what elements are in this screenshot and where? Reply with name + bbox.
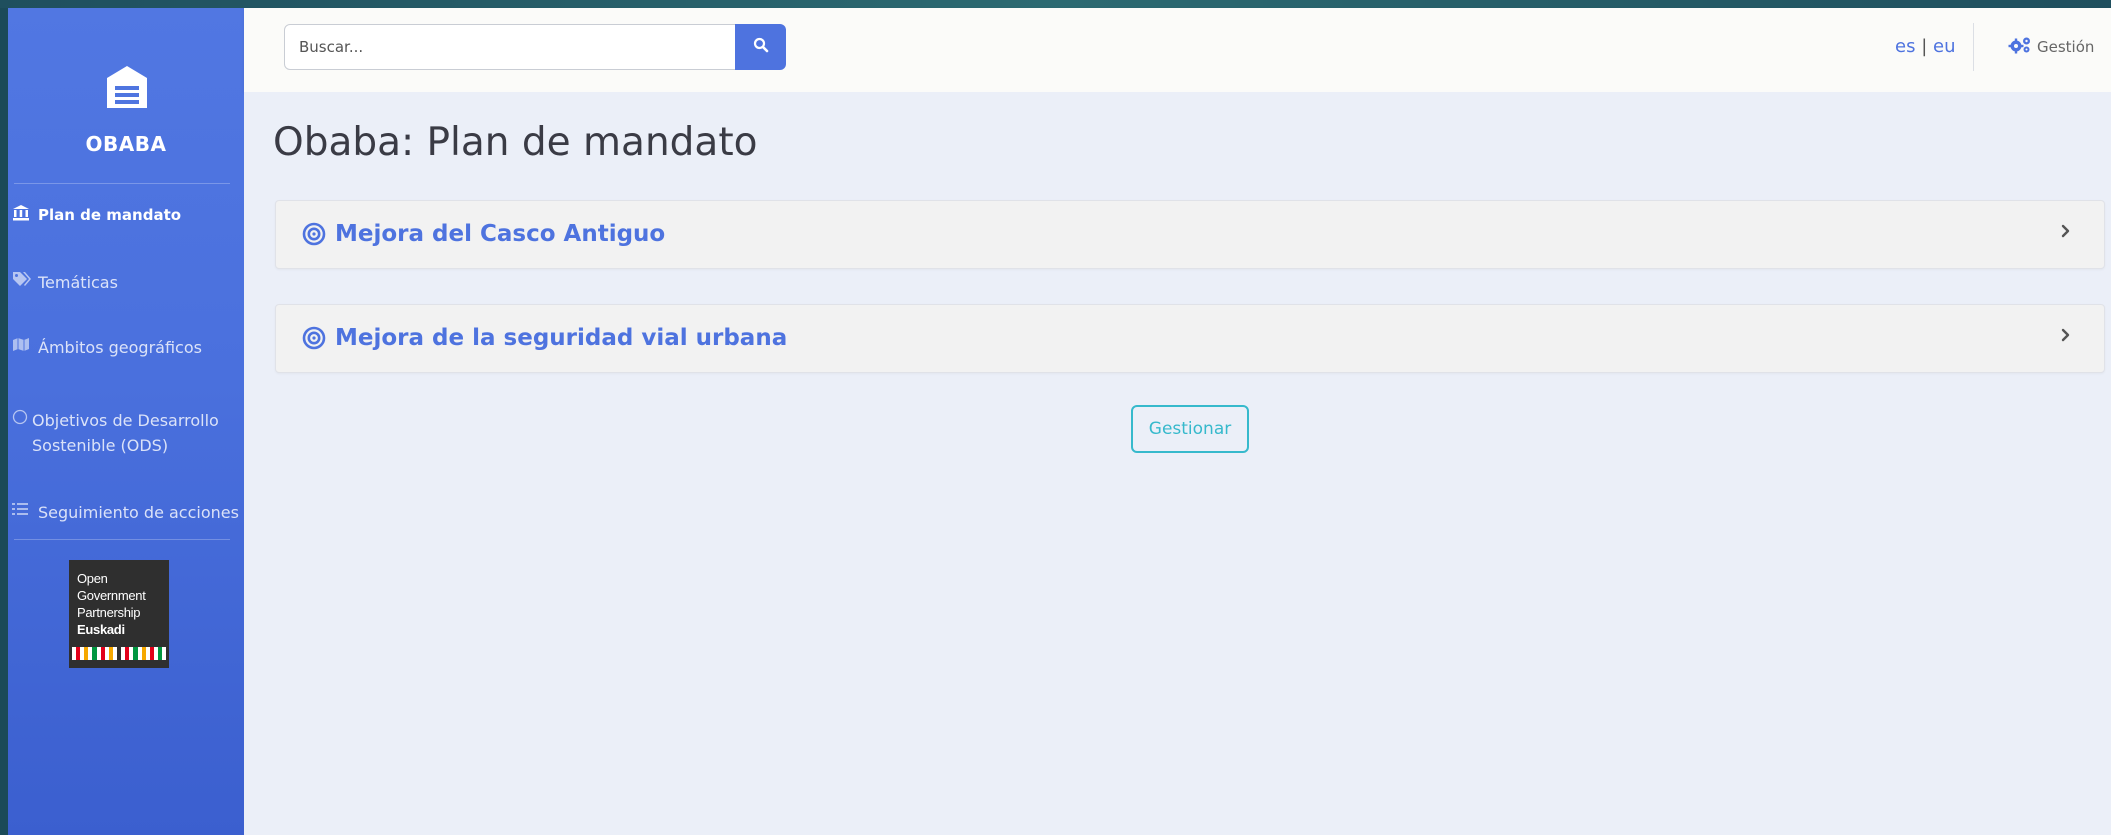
plan-item-title: Mejora de la seguridad vial urbana xyxy=(302,325,787,351)
language-separator: | xyxy=(1921,36,1928,57)
sidebar-item-ods[interactable]: Objetivos de Desarrollo Sostenible (ODS) xyxy=(12,408,242,458)
map-icon xyxy=(12,335,34,353)
gears-icon xyxy=(2008,36,2032,58)
bullseye-icon xyxy=(302,326,326,350)
sidebar-item-ambitos-geograficos[interactable]: Ámbitos geográficos xyxy=(12,335,242,360)
ogp-color-stripes xyxy=(72,647,167,660)
language-es-link[interactable]: es xyxy=(1895,36,1915,57)
list-icon xyxy=(12,500,34,518)
plan-item-card[interactable]: Mejora de la seguridad vial urbana xyxy=(275,304,2105,373)
language-switcher: es | eu xyxy=(1895,36,1955,57)
building-icon[interactable] xyxy=(92,56,162,116)
plan-item-title: Mejora del Casco Antiguo xyxy=(302,221,665,247)
sidebar-item-seguimiento-de-acciones[interactable]: Seguimiento de acciones xyxy=(12,500,242,525)
chevron-right-icon[interactable] xyxy=(2060,223,2072,243)
main-content: Obaba: Plan de mandato Mejora del Casco … xyxy=(244,92,2111,835)
sidebar-divider xyxy=(14,183,230,184)
sidebar-item-tematicas[interactable]: Temáticas xyxy=(12,270,242,295)
circle-icon xyxy=(12,408,28,426)
gestionar-button[interactable]: Gestionar xyxy=(1131,405,1249,453)
landmark-icon xyxy=(12,203,34,221)
tags-icon xyxy=(12,270,34,288)
language-eu-link[interactable]: eu xyxy=(1933,36,1955,57)
plan-item-label: Mejora del Casco Antiguo xyxy=(335,221,666,247)
sidebar: OBABA Plan de mandato Temáticas Ámbitos … xyxy=(8,8,244,835)
plan-item-label: Mejora de la seguridad vial urbana xyxy=(335,325,788,351)
brand-name[interactable]: OBABA xyxy=(8,132,244,156)
gestion-link[interactable]: Gestión xyxy=(2008,36,2094,58)
sidebar-item-label: Ámbitos geográficos xyxy=(38,338,202,357)
search-button[interactable] xyxy=(735,24,786,70)
sidebar-item-plan-de-mandato[interactable]: Plan de mandato xyxy=(12,203,242,228)
page-title: Obaba: Plan de mandato xyxy=(273,120,758,165)
ogp-logo-text: Open Government Partnership Euskadi xyxy=(77,571,146,637)
sidebar-item-label: Seguimiento de acciones xyxy=(38,503,239,522)
sidebar-item-label: Plan de mandato xyxy=(38,206,182,224)
chevron-right-icon[interactable] xyxy=(2060,327,2072,347)
topbar: es | eu Gestión xyxy=(244,8,2111,92)
ogp-euskadi-logo[interactable]: Open Government Partnership Euskadi xyxy=(69,560,169,668)
search-icon xyxy=(753,37,769,57)
bullseye-icon xyxy=(302,222,326,246)
window-frame xyxy=(0,0,2111,8)
sidebar-divider xyxy=(14,539,230,540)
gestion-label: Gestión xyxy=(2037,38,2095,56)
sidebar-item-label: Temáticas xyxy=(38,273,118,292)
plan-item-card[interactable]: Mejora del Casco Antiguo xyxy=(275,200,2105,269)
topbar-divider xyxy=(1973,23,1974,71)
search-input[interactable] xyxy=(284,24,736,70)
sidebar-item-label: Objetivos de Desarrollo Sostenible (ODS) xyxy=(32,411,219,455)
